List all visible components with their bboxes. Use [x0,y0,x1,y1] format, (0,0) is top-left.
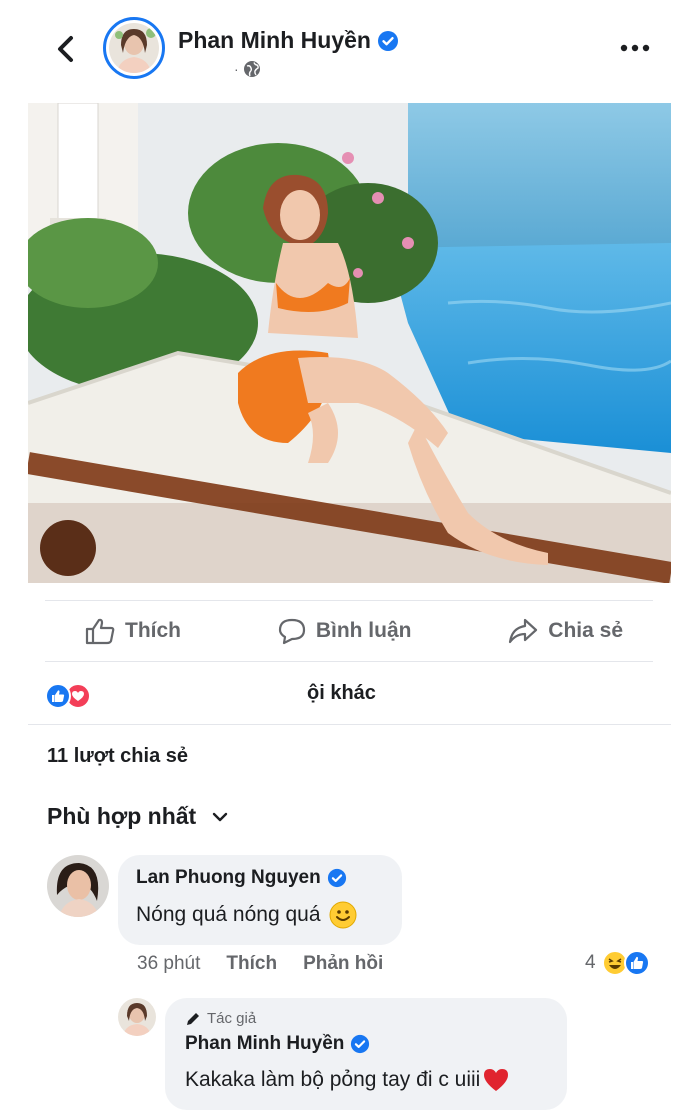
comment-actions: 36 phút Thích Phản hồi [137,953,383,975]
comment-like-button[interactable]: Thích [226,953,277,975]
chevron-left-icon [58,36,73,62]
share-count[interactable]: 11 lượt chia sẻ [47,745,188,768]
like-button[interactable]: Thích [85,617,181,645]
author-name[interactable]: Phan Minh Huyền [178,27,371,54]
author-badge: Tác giả [185,1010,547,1027]
comment-bubble: Lan Phuong Nguyen Nóng quá nóng quá [118,855,402,945]
commenter-avatar[interactable] [47,855,109,917]
divider [28,724,671,725]
globe-icon [243,61,260,77]
reply-author-name[interactable]: Phan Minh Huyền [185,1033,344,1055]
like-reaction-icon [45,683,71,709]
verified-badge-icon [351,1034,370,1054]
share-arrow-icon [509,618,538,644]
meta-separator: · [234,61,239,77]
verified-badge-icon [377,30,398,51]
back-button[interactable] [48,32,82,66]
more-options-button[interactable] [618,34,652,62]
reply-text: Kakaka làm bộ pỏng tay đi c uiii [185,1068,481,1091]
sort-label: Phù hợp nhất [47,803,197,829]
like-label: Thích [125,619,181,642]
thumbs-up-icon [85,618,115,645]
reply-author-avatar[interactable] [118,998,156,1036]
reaction-summary-text: ội khác [307,682,376,704]
verified-badge-icon [327,868,346,888]
reaction-summary[interactable]: ội khác [45,676,675,716]
reply-bubble: Tác giả Phan Minh Huyền Kakaka làm bộ pỏ… [165,998,567,1110]
author-badge-label: Tác giả [207,1010,257,1027]
post-photo[interactable] [28,103,671,583]
commenter-name[interactable]: Lan Phuong Nguyen [136,867,321,889]
smiley-emoji-icon [329,901,356,929]
like-reaction-icon [623,950,650,976]
share-label: Chia sẻ [548,619,623,642]
comment-button[interactable]: Bình luận [278,617,412,645]
comment-label: Bình luận [315,619,412,642]
comment-text: Nóng quá nóng quá [136,903,321,926]
red-heart-emoji-icon [484,1069,509,1091]
comment-time: 36 phút [137,953,201,974]
comment-bubble-icon [278,618,305,645]
more-dots-icon [620,44,650,52]
comment-sort-dropdown[interactable]: Phù hợp nhất [47,803,228,830]
comment-reaction-number: 4 [585,952,596,973]
chevron-down-icon [213,812,228,821]
comment-reaction-count[interactable]: 4 [585,950,650,976]
post-header: Phan Minh Huyền · [0,0,700,100]
share-button[interactable]: Chia sẻ [508,618,623,644]
post-action-bar: Thích Bình luận Chia sẻ [45,600,653,662]
post-meta: · [178,60,261,78]
pencil-icon [187,1012,199,1025]
author-avatar[interactable] [103,17,165,79]
comment-reply-button[interactable]: Phản hồi [303,953,383,975]
